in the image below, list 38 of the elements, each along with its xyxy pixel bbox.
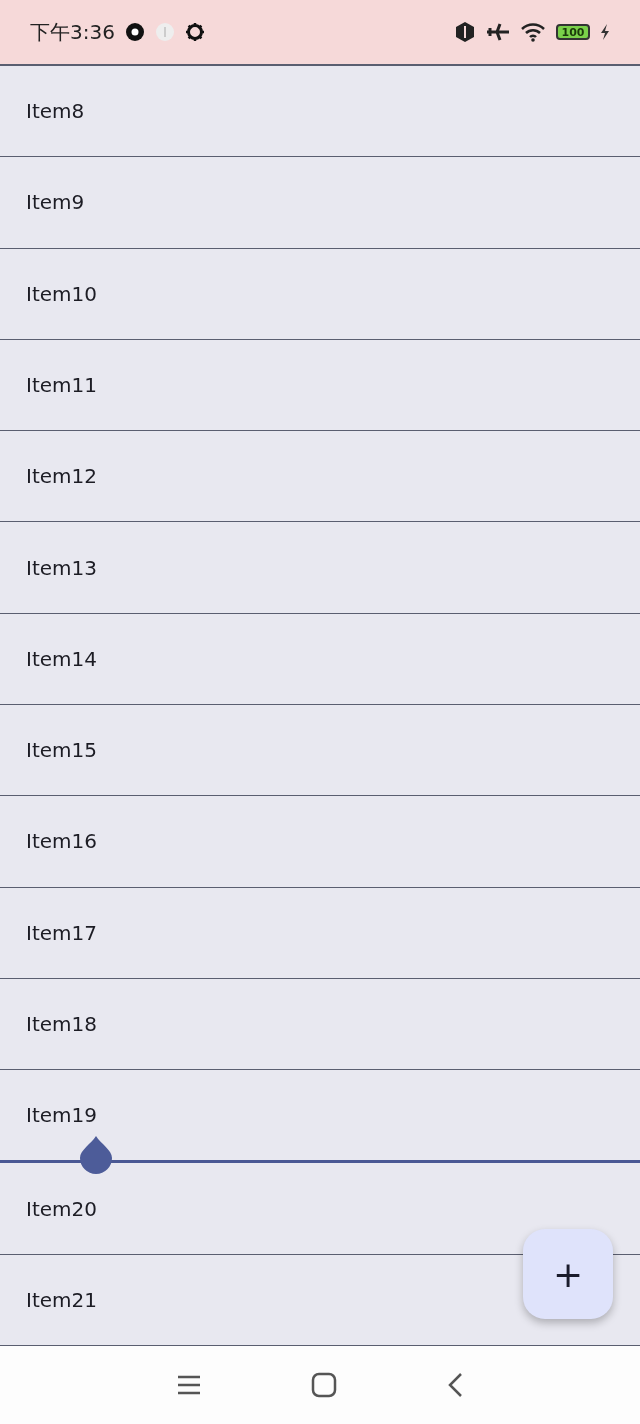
- item-label: Item10: [26, 281, 97, 306]
- item-label: Item21: [26, 1287, 97, 1312]
- drop-handle-icon[interactable]: [79, 1136, 113, 1175]
- item-label: Item15: [26, 738, 97, 763]
- list-item[interactable]: Item18: [0, 978, 640, 1071]
- item-label: Item14: [26, 646, 97, 671]
- list-item[interactable]: Item13: [0, 522, 640, 614]
- charging-icon: [600, 24, 610, 40]
- gear-icon: [184, 22, 205, 42]
- list-item[interactable]: Item17: [0, 887, 640, 979]
- item-label: Item18: [26, 1011, 97, 1036]
- menu-icon[interactable]: [177, 1374, 201, 1396]
- item-label: Item8: [26, 99, 85, 124]
- list-item[interactable]: Item16: [0, 796, 640, 888]
- clock: 下午3:36: [30, 18, 115, 46]
- home-icon[interactable]: [311, 1372, 337, 1398]
- item-label: Item16: [26, 829, 97, 854]
- list-item[interactable]: Item15: [0, 704, 640, 797]
- list-item[interactable]: Item11: [0, 339, 640, 432]
- wifi-icon: [520, 22, 546, 42]
- list-item[interactable]: Item14: [0, 613, 640, 705]
- record-icon: [124, 22, 145, 42]
- list-item[interactable]: Item8: [0, 66, 640, 158]
- list-item[interactable]: Item12: [0, 431, 640, 523]
- item-label: Item9: [26, 190, 85, 215]
- list-item[interactable]: Item9: [0, 157, 640, 249]
- back-icon[interactable]: [447, 1372, 463, 1398]
- item-label: Item12: [26, 464, 97, 489]
- airplane-icon: [486, 21, 510, 43]
- shield-icon: [454, 21, 476, 43]
- list-item[interactable]: Item10: [0, 248, 640, 340]
- item-label: Item20: [26, 1196, 97, 1221]
- item-label: Item17: [26, 920, 97, 945]
- battery-icon: 100: [556, 24, 590, 40]
- item-label: Item13: [26, 555, 97, 580]
- item-label: Item11: [26, 373, 97, 397]
- item-label: Item19: [26, 1103, 97, 1128]
- add-button[interactable]: +: [523, 1229, 613, 1319]
